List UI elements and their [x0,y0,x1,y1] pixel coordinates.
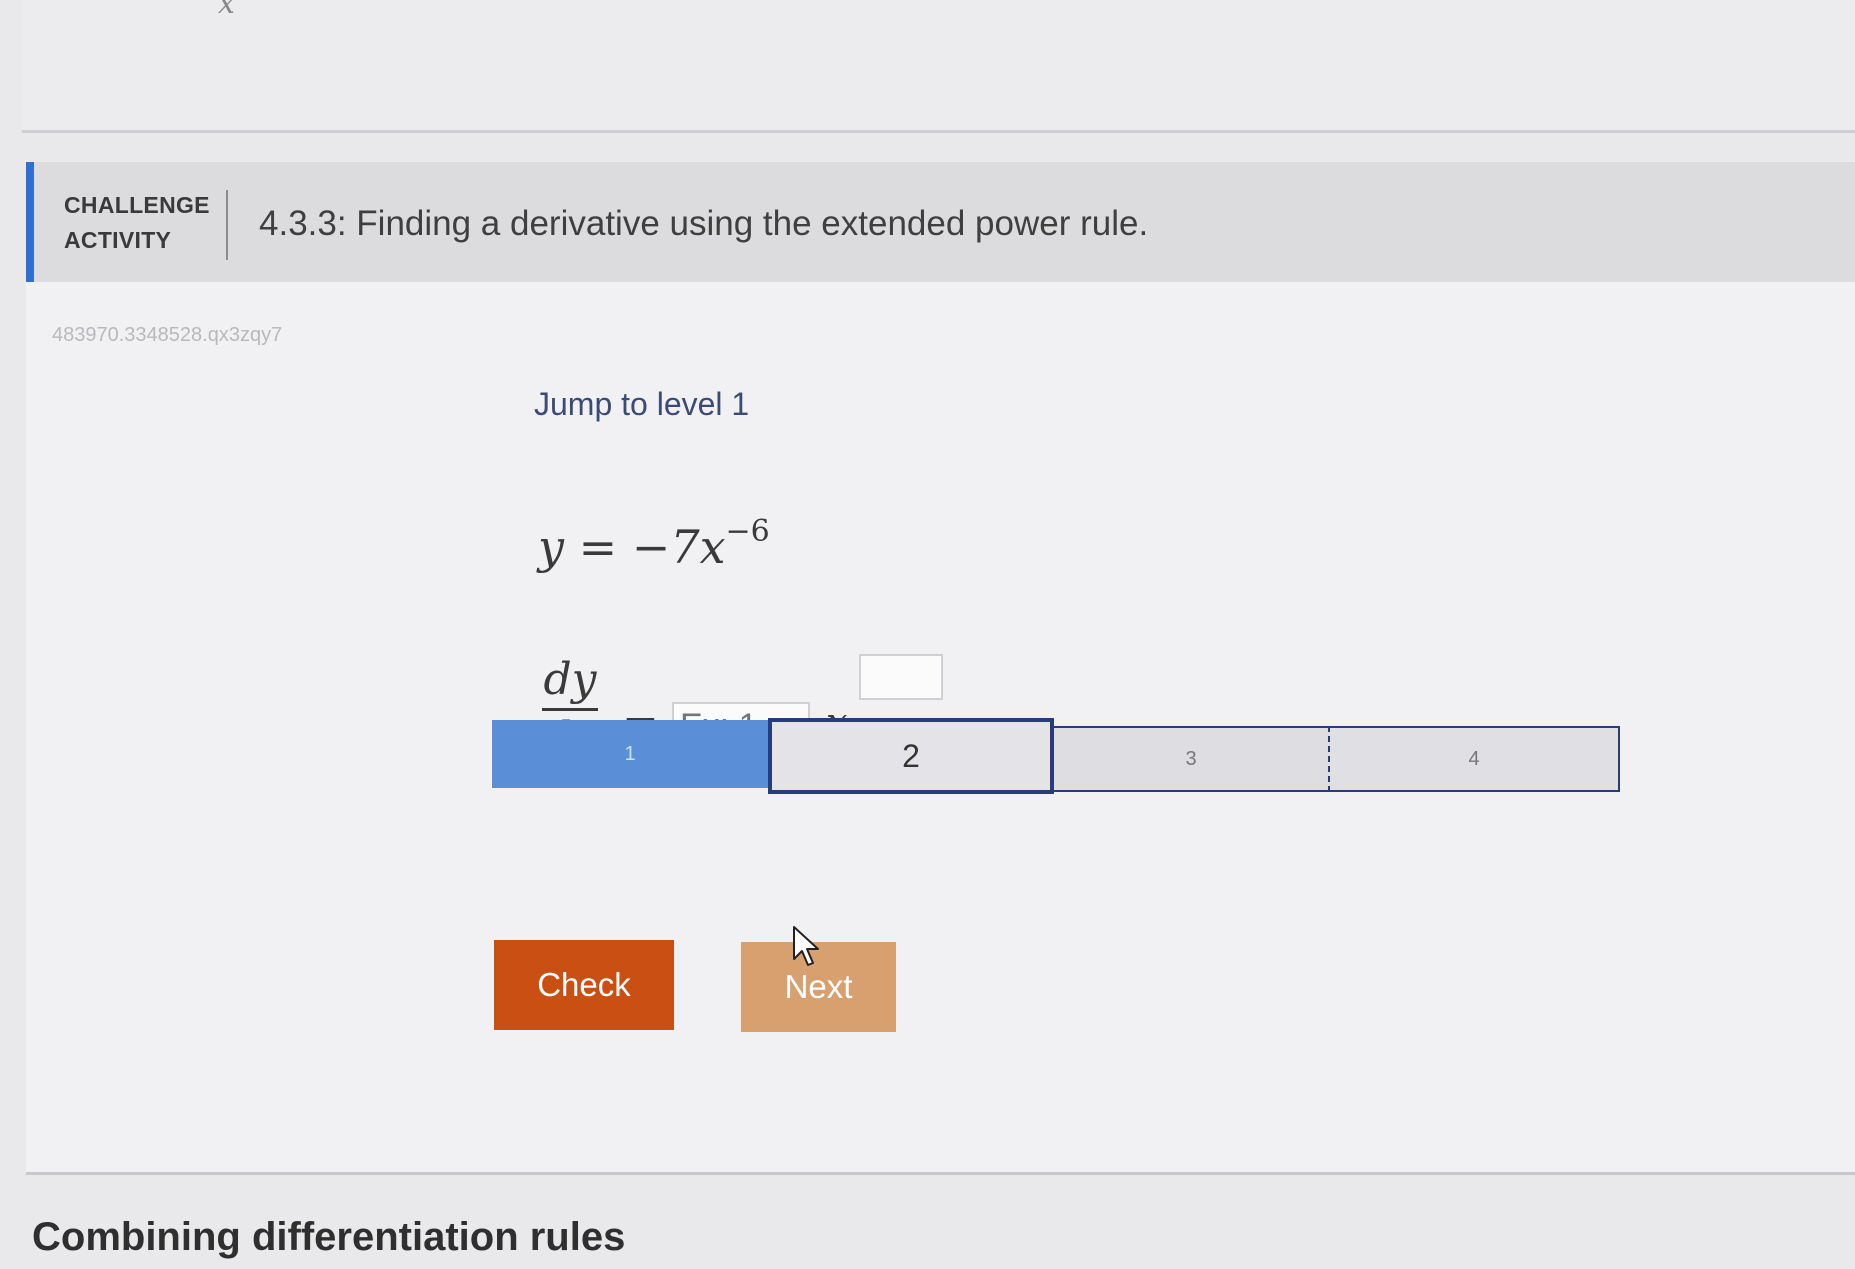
math-glyph: x [218,0,235,21]
equation-exponent: −6 [725,514,770,549]
activity-type-line-1: CHALLENGE [64,192,210,218]
jump-to-level-link[interactable]: Jump to level 1 [534,386,749,423]
fraction-numerator: dy [543,654,597,705]
activity-type-line-2: ACTIVITY [64,227,172,253]
level-1-segment[interactable]: 1 [492,720,768,788]
activity-id: 483970.3348528.qx3zqy7 [52,324,283,346]
header-divider [226,190,228,260]
level-progress-bar: 1 2 3 4 [492,718,1622,794]
activity-header: CHALLENGE ACTIVITY 4.3.3: Finding a deri… [26,162,1855,282]
equation-lhs: y = −7x [538,520,726,574]
level-2-segment[interactable]: 2 [768,718,1054,794]
previous-activity-card: x [22,0,1855,133]
mouse-cursor-icon [793,926,819,966]
exponent-input[interactable] [859,654,943,700]
challenge-activity-card: CHALLENGE ACTIVITY 4.3.3: Finding a deri… [26,162,1855,1175]
level-4-segment[interactable]: 4 [1330,726,1620,792]
activity-type-label: CHALLENGE ACTIVITY [64,188,214,258]
level-3-segment[interactable]: 3 [1054,726,1330,792]
given-equation: y = −7x−6 [538,514,770,574]
activity-title: 4.3.3: Finding a derivative using the ex… [259,204,1149,243]
fraction-bar [542,708,598,711]
section-heading: Combining differentiation rules [32,1215,626,1259]
check-button[interactable]: Check [494,940,674,1030]
